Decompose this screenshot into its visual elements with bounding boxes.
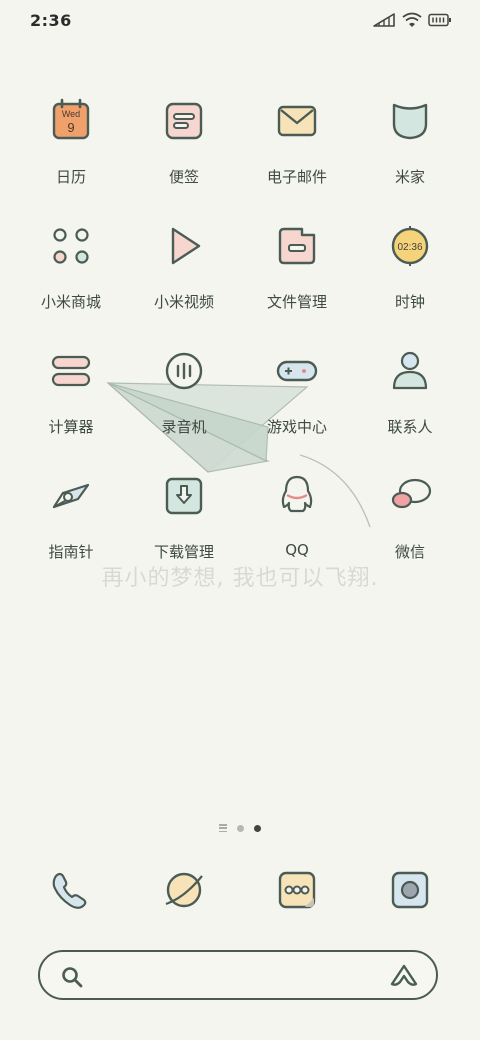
dock: [0, 868, 480, 918]
app-compass[interactable]: 指南针: [15, 471, 127, 562]
app-label: 小米视频: [153, 293, 214, 311]
app-email[interactable]: 电子邮件: [241, 96, 353, 187]
browser-icon: [165, 872, 203, 908]
mijia-icon: [392, 103, 428, 140]
mail-icon: [277, 105, 317, 137]
search-bar[interactable]: [38, 950, 438, 1000]
gamepad-icon: [276, 360, 318, 382]
app-wechat[interactable]: 微信: [354, 471, 466, 562]
download-icon: [165, 477, 203, 515]
search-input[interactable]: [102, 964, 366, 990]
notes-icon: [165, 102, 203, 140]
calendar-date-text: 9: [67, 120, 74, 135]
status-icons: [372, 12, 452, 28]
app-calculator[interactable]: 计算器: [15, 346, 127, 437]
wifi-icon: [402, 12, 422, 27]
search-icon[interactable]: [60, 965, 84, 989]
app-mi-video[interactable]: 小米视频: [128, 221, 240, 312]
app-label: 计算器: [48, 418, 94, 436]
app-notes[interactable]: 便签: [128, 96, 240, 187]
app-label: 文件管理: [266, 293, 327, 311]
app-mi-mall[interactable]: 小米商城: [15, 221, 127, 312]
wallpaper-quote: 再小的梦想, 我也可以飞翔.: [101, 566, 379, 591]
messages-icon: [278, 871, 316, 909]
calendar-icon: Wed 9: [52, 98, 90, 140]
assistant-icon[interactable]: [390, 964, 418, 988]
app-label: 电子邮件: [266, 168, 327, 186]
app-label: QQ: [285, 541, 309, 559]
compass-icon: [52, 483, 90, 509]
dock-camera[interactable]: [388, 868, 432, 912]
app-label: 指南针: [48, 543, 94, 561]
page-indicator-list[interactable]: [219, 824, 227, 832]
app-recorder[interactable]: 录音机: [128, 346, 240, 437]
app-label: 小米商城: [40, 293, 101, 311]
app-label: 微信: [394, 543, 425, 561]
app-label: 下载管理: [153, 543, 214, 561]
app-calendar[interactable]: Wed 9 日历: [15, 96, 127, 187]
status-bar: 2:36: [0, 0, 480, 42]
app-label: 米家: [394, 168, 425, 186]
phone-icon: [52, 872, 87, 909]
status-time: 2:36: [30, 11, 72, 30]
clock-time-text: 02:36: [397, 242, 422, 253]
app-file-manager[interactable]: 文件管理: [241, 221, 353, 312]
camera-icon: [391, 871, 429, 909]
app-clock[interactable]: 02:36 时钟: [354, 221, 466, 312]
app-label: 便签: [168, 168, 199, 186]
app-label: 游戏中心: [266, 418, 327, 436]
calculator-icon: [51, 355, 91, 387]
app-qq[interactable]: QQ: [241, 471, 353, 559]
app-game-center[interactable]: 游戏中心: [241, 346, 353, 437]
app-downloads[interactable]: 下载管理: [128, 471, 240, 562]
wechat-icon: [391, 478, 432, 509]
folder-icon: [278, 227, 316, 265]
page-indicator[interactable]: [0, 824, 480, 832]
dock-browser[interactable]: [162, 868, 206, 912]
app-label: 日历: [55, 168, 86, 186]
mall-icon: [53, 228, 89, 264]
app-label: 联系人: [387, 418, 433, 436]
video-icon: [171, 227, 201, 265]
app-label: 录音机: [161, 418, 207, 436]
page-dot-2[interactable]: [237, 824, 244, 832]
signal-icon: [373, 13, 395, 27]
qq-icon: [281, 475, 313, 513]
battery-icon: [428, 13, 451, 27]
contacts-icon: [392, 351, 428, 390]
recorder-icon: [165, 352, 203, 390]
app-mijia[interactable]: 米家: [354, 96, 466, 187]
page-dot-current[interactable]: [254, 824, 261, 832]
clock-icon: 02:36: [391, 226, 429, 266]
app-contacts[interactable]: 联系人: [354, 346, 466, 437]
dock-phone[interactable]: [48, 868, 92, 912]
calendar-day-text: Wed: [62, 109, 80, 119]
app-label: 时钟: [394, 293, 425, 311]
dock-messages[interactable]: [275, 868, 319, 912]
